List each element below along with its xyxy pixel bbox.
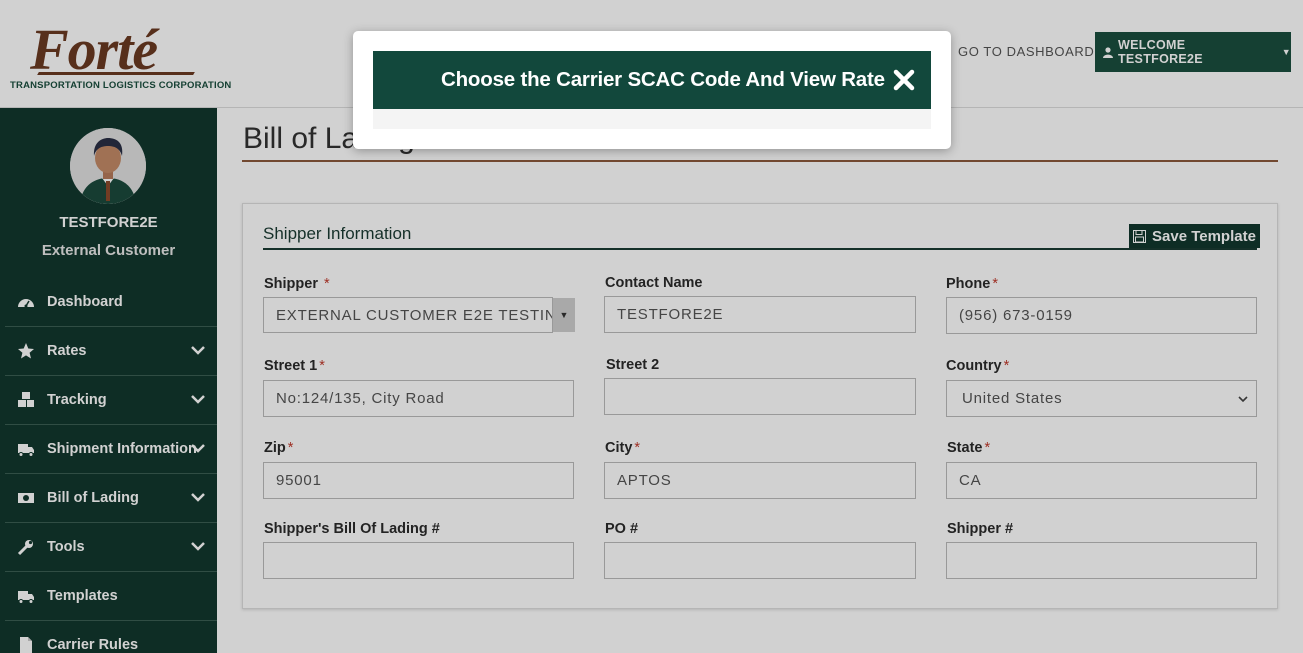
modal-header: Choose the Carrier SCAC Code And View Ra… [373,51,931,109]
modal-body [373,109,931,129]
modal-title: Choose the Carrier SCAC Code And View Ra… [441,68,885,91]
close-icon[interactable] [893,69,915,91]
carrier-scac-modal: Choose the Carrier SCAC Code And View Ra… [353,31,951,149]
